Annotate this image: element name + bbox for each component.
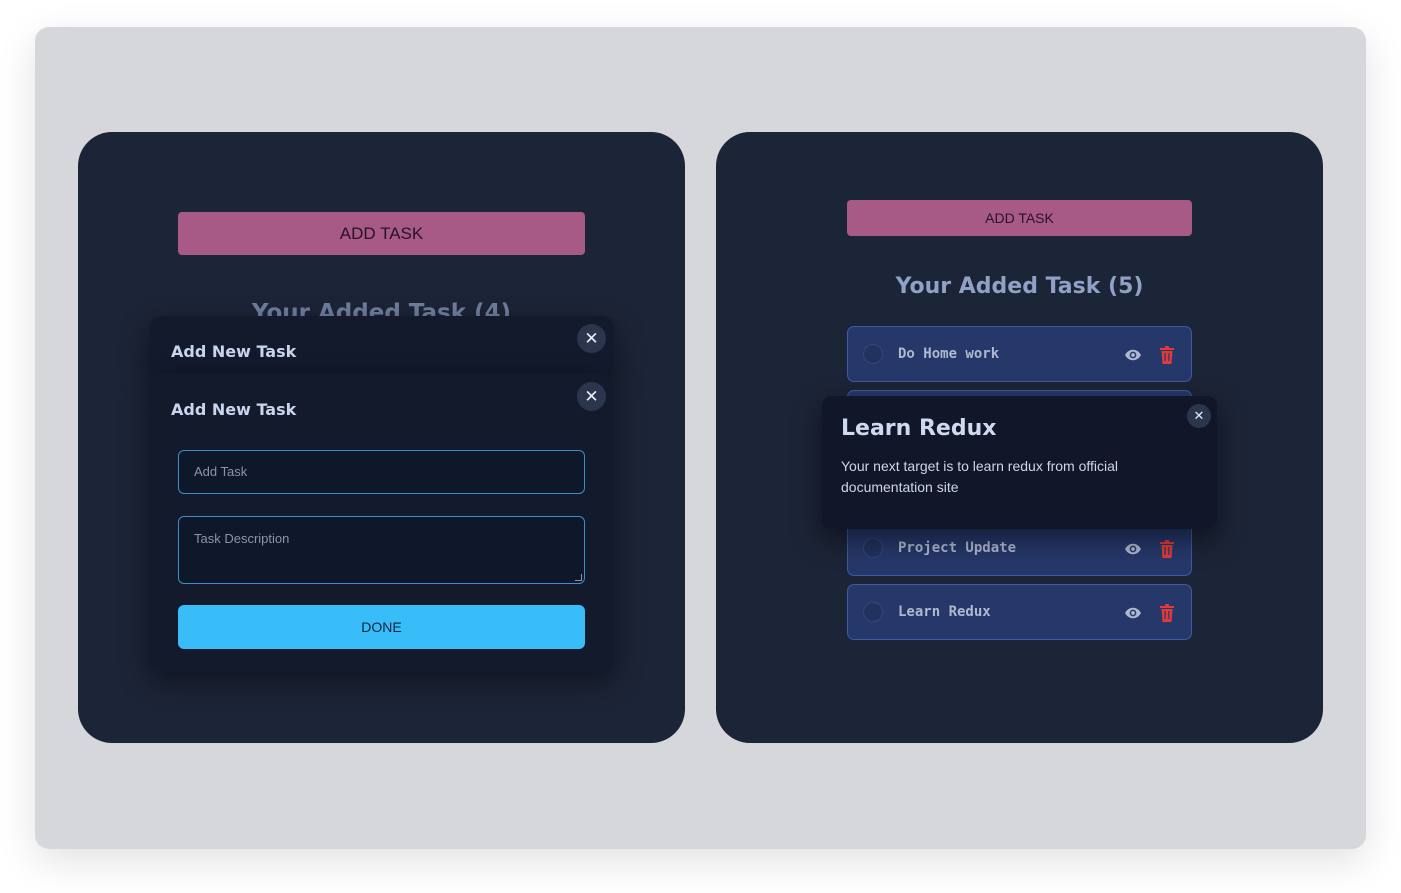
add-task-button[interactable]: ADD TASK bbox=[178, 212, 585, 255]
modal-title: Add New Task bbox=[171, 400, 297, 419]
task-label: Learn Redux bbox=[898, 604, 991, 620]
close-icon[interactable]: ✕ bbox=[577, 324, 606, 353]
task-checkbox[interactable] bbox=[863, 538, 883, 558]
task-checkbox[interactable] bbox=[863, 344, 883, 364]
add-task-button[interactable]: ADD TASK bbox=[847, 200, 1192, 236]
task-label: Project Update bbox=[898, 540, 1017, 556]
eye-icon[interactable] bbox=[1124, 540, 1142, 558]
task-description-placeholder: Task Description bbox=[194, 531, 290, 546]
task-label: Do Home work bbox=[898, 346, 1000, 362]
task-checkbox[interactable] bbox=[863, 602, 883, 622]
modal-title: Add New Task bbox=[171, 342, 297, 361]
trash-icon[interactable] bbox=[1160, 540, 1174, 558]
task-title-input[interactable]: Add Task bbox=[178, 450, 585, 494]
close-icon[interactable]: ✕ bbox=[577, 382, 606, 411]
trash-icon[interactable] bbox=[1160, 346, 1174, 364]
task-detail-popup: Learn Redux Your next target is to learn… bbox=[822, 396, 1217, 529]
add-task-modal: Add New Task ✕ Add Task Task Description… bbox=[149, 374, 614, 671]
eye-icon[interactable] bbox=[1124, 346, 1142, 364]
resize-grip-icon[interactable] bbox=[575, 574, 582, 581]
eye-icon[interactable] bbox=[1124, 604, 1142, 622]
add-task-modal-back: Add New Task ✕ bbox=[149, 316, 614, 376]
left-panel: ADD TASK Your Added Task (4) Add New Tas… bbox=[78, 132, 685, 743]
task-description-textarea[interactable]: Task Description bbox=[178, 516, 585, 584]
task-item[interactable]: Learn Redux bbox=[847, 584, 1192, 640]
done-button[interactable]: DONE bbox=[178, 605, 585, 649]
close-icon[interactable]: ✕ bbox=[1187, 404, 1211, 428]
task-count-heading: Your Added Task (5) bbox=[895, 274, 1144, 299]
trash-icon[interactable] bbox=[1160, 604, 1174, 622]
right-panel: ADD TASK Your Added Task (5) Do Home wor… bbox=[716, 132, 1323, 743]
popup-description: Your next target is to learn redux from … bbox=[841, 458, 1119, 495]
popup-title: Learn Redux bbox=[841, 416, 997, 441]
task-item[interactable]: Do Home work bbox=[847, 326, 1192, 382]
